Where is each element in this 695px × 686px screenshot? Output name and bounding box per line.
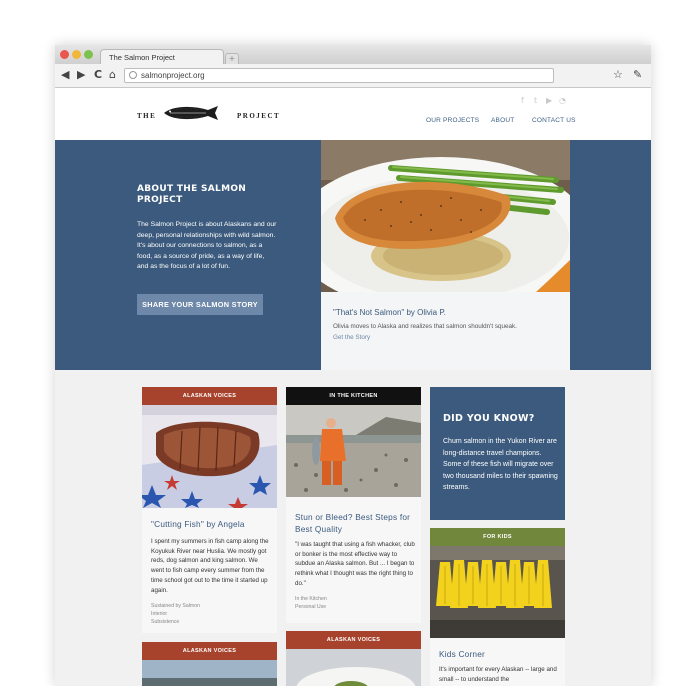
facebook-icon[interactable]: f (521, 96, 524, 105)
twitter-icon[interactable]: t (534, 96, 537, 105)
forward-icon[interactable]: ▶ (77, 68, 85, 82)
hero-body-text: The Salmon Project is about Alaskans and… (137, 221, 277, 271)
story-card-kids-corner[interactable]: FOR KIDS Kids Corner It's important for … (430, 528, 565, 686)
story-tag-1[interactable]: In the Kitchen (295, 595, 327, 603)
reload-icon[interactable]: C (94, 68, 102, 82)
story-card-alaskan-voices-2[interactable]: ALASKAN VOICES (142, 642, 277, 686)
story-excerpt: I spent my summers in fish camp along th… (151, 538, 269, 594)
boy-with-fish-image[interactable] (286, 405, 421, 497)
nav-our-projects[interactable]: OUR PROJECTS (426, 117, 479, 124)
did-you-know-card: DID YOU KNOW? Chum salmon in the Yukon R… (430, 387, 565, 520)
story-title[interactable]: "Cutting Fish" by Angela (151, 518, 245, 530)
new-tab-button[interactable]: + (225, 53, 239, 64)
share-story-button[interactable]: SHARE YOUR SALMON STORY (137, 294, 263, 315)
minimize-window-button[interactable] (72, 50, 81, 59)
plate-image[interactable] (286, 649, 421, 686)
story-tag-2[interactable]: Interior (151, 610, 167, 618)
cutting-fish-image[interactable] (142, 405, 277, 508)
featured-story-title[interactable]: "That's Not Salmon" by Olivia P. (333, 308, 446, 317)
browser-tab[interactable]: The Salmon Project (100, 49, 224, 64)
category-label: IN THE KITCHEN (286, 387, 421, 405)
hero-section: ABOUT THE SALMON PROJECT The Salmon Proj… (55, 140, 651, 370)
browser-window: The Salmon Project + ◀ ▶ C ⌂ salmonproje… (55, 45, 651, 686)
address-bar[interactable]: salmonproject.org (124, 68, 554, 83)
category-label: ALASKAN VOICES (142, 387, 277, 405)
story-card-stun-or-bleed[interactable]: IN THE KITCHEN Stun or Bleed? Best Steps… (286, 387, 421, 623)
did-you-know-title: DID YOU KNOW? (443, 413, 535, 424)
rss-icon[interactable]: ◔ (559, 96, 566, 105)
category-label: ALASKAN VOICES (286, 631, 421, 649)
maximize-window-button[interactable] (84, 50, 93, 59)
landscape-image[interactable] (142, 660, 277, 686)
globe-icon (129, 71, 137, 79)
story-excerpt: It's important for every Alaskan -- larg… (439, 666, 557, 683)
bookmark-star-icon[interactable]: ☆ (613, 68, 623, 82)
wrench-icon[interactable]: ✎ (633, 68, 642, 82)
featured-story-description: Olivia moves to Alaska and realizes that… (333, 323, 517, 330)
salmon-dish-image[interactable] (321, 140, 570, 292)
logo-text-the[interactable]: THE (137, 112, 156, 120)
nav-contact-us[interactable]: CONTACT US (532, 117, 576, 124)
story-title[interactable]: Stun or Bleed? Best Steps for Best Quali… (295, 511, 413, 535)
story-tag-3[interactable]: Subsistence (151, 618, 179, 626)
get-the-story-link[interactable]: Get the Story (333, 334, 370, 341)
web-page: THE PROJECT f t ▶ ◔ OUR PROJECTS ABOUT C… (55, 88, 651, 686)
story-card-cutting-fish[interactable]: ALASKAN VOICES "Cutting Fish" by Angela … (142, 387, 277, 633)
story-tag-1[interactable]: Sustained by Salmon (151, 602, 200, 610)
did-you-know-body: Chum salmon in the Yukon River are long-… (443, 438, 558, 492)
salmon-logo-icon[interactable] (162, 104, 226, 122)
featured-story-card[interactable]: "That's Not Salmon" by Olivia P. Olivia … (321, 140, 570, 370)
tab-title: The Salmon Project (109, 53, 175, 62)
site-header: THE PROJECT f t ▶ ◔ OUR PROJECTS ABOUT C… (55, 88, 651, 140)
story-card-alaskan-voices-3[interactable]: ALASKAN VOICES (286, 631, 421, 686)
story-title[interactable]: Kids Corner (439, 648, 485, 660)
rain-jackets-image[interactable] (430, 546, 565, 638)
story-tag-2[interactable]: Personal Use (295, 603, 326, 611)
nav-about[interactable]: ABOUT (491, 117, 514, 124)
back-icon[interactable]: ◀ (61, 68, 69, 82)
browser-toolbar: ◀ ▶ C ⌂ salmonproject.org ☆ ✎ (55, 64, 651, 88)
hero-title: ABOUT THE SALMON PROJECT (137, 184, 247, 205)
logo-text-project[interactable]: PROJECT (237, 112, 280, 120)
browser-titlebar: The Salmon Project + (55, 45, 651, 64)
category-label: FOR KIDS (430, 528, 565, 546)
url-text: salmonproject.org (141, 71, 205, 80)
youtube-icon[interactable]: ▶ (546, 96, 552, 105)
category-label: ALASKAN VOICES (142, 642, 277, 660)
story-grid: ALASKAN VOICES "Cutting Fish" by Angela … (55, 370, 651, 686)
story-excerpt: "I was taught that using a fish whacker,… (295, 541, 415, 587)
close-window-button[interactable] (60, 50, 69, 59)
home-icon[interactable]: ⌂ (109, 68, 116, 82)
